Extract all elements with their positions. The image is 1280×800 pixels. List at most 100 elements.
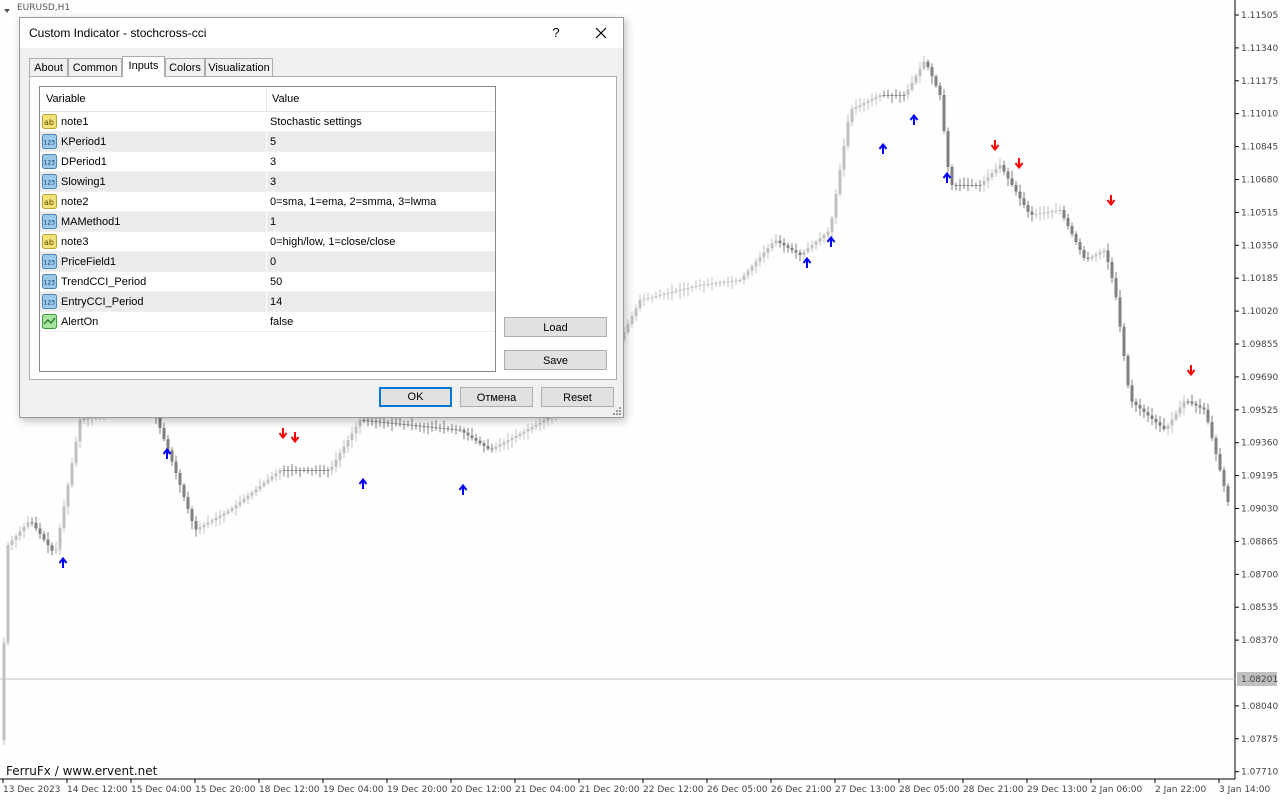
reset-button[interactable]: Reset [541,387,614,407]
close-button[interactable] [586,20,616,46]
time-tick-label: 29 Dec 13:00 [1027,785,1088,795]
candle-body [474,438,478,441]
candle-body [962,185,966,186]
param-row-dperiod1[interactable]: 123 DPeriod1 3 [40,152,495,172]
param-row-note1[interactable]: ab note1 Stochastic settings [40,112,495,132]
price-tick-label: 1.10515 [1241,208,1278,218]
param-row-trendcci-period[interactable]: 123 TrendCCI_Period 50 [40,272,495,292]
param-row-note2[interactable]: ab note2 0=sma, 1=ema, 2=smma, 3=lwma [40,192,495,212]
candle-body [970,185,974,186]
current-price-label: 1.08201 [1241,675,1278,685]
candle-body [1038,213,1042,215]
candle-body [678,290,682,291]
price-tick-label: 1.09855 [1241,340,1278,350]
candle-body [342,446,346,454]
tab-about[interactable]: About [29,58,68,76]
time-tick-label: 20 Dec 12:00 [451,785,512,795]
candle-body [882,95,886,96]
time-tick-label: 14 Dec 12:00 [67,785,128,795]
column-header-value[interactable]: Value [272,93,299,105]
param-value[interactable]: 3 [270,156,276,168]
candle-body [762,252,766,258]
param-value[interactable]: 14 [270,296,282,308]
candle-body [730,281,734,282]
param-value[interactable]: 50 [270,276,282,288]
svg-text:ab: ab [44,198,54,207]
candle-body [10,540,14,545]
column-header-variable[interactable]: Variable [46,93,86,105]
param-value[interactable]: 1 [270,216,276,228]
candle-body [230,508,234,512]
candle-body [210,520,214,523]
param-value[interactable]: false [270,316,293,328]
param-value[interactable]: 5 [270,136,276,148]
price-tick-label: 1.11175 [1241,77,1278,87]
candle-body [302,470,306,471]
tab-common[interactable]: Common [68,58,122,76]
candle-body [226,511,230,514]
candle-body [446,428,450,430]
candle-body [954,185,958,186]
candle-body [178,473,182,485]
candle-body [946,131,950,167]
svg-text:123: 123 [44,160,56,167]
candle-body [266,479,270,483]
price-tick-label: 1.10185 [1241,274,1278,284]
param-value[interactable]: Stochastic settings [270,116,362,128]
watermark-text: FerruFx / www.ervent.net [6,764,158,778]
candle-body [330,466,334,470]
param-row-note3[interactable]: ab note3 0=high/low, 1=close/close [40,232,495,252]
param-row-mamethod1[interactable]: 123 MAMethod1 1 [40,212,495,232]
tab-inputs[interactable]: Inputs [122,56,165,77]
candle-body [278,470,282,474]
param-row-kperiod1[interactable]: 123 KPeriod1 5 [40,132,495,152]
candle-body [326,470,330,471]
candle-body [718,282,722,284]
candle-body [1138,405,1142,409]
param-row-alerton[interactable]: AlertOn false [40,312,495,332]
help-button[interactable]: ? [546,22,566,44]
param-value[interactable]: 0=sma, 1=ema, 2=smma, 3=lwma [270,196,436,208]
dialog-titlebar[interactable]: Custom Indicator - stochcross-cci ? [20,18,623,48]
candle-body [1194,403,1198,406]
param-value[interactable]: 0 [270,256,276,268]
save-button[interactable]: Save [504,350,607,370]
param-value[interactable]: 3 [270,176,276,188]
param-value[interactable]: 0=high/low, 1=close/close [270,236,395,248]
resize-grip-icon[interactable] [613,407,621,415]
param-row-slowing1[interactable]: 123 Slowing1 3 [40,172,495,192]
inputs-panel: Variable Value ab note1 Stochastic setting… [29,76,617,380]
ok-button[interactable]: OK [379,387,452,407]
candle-body [1202,407,1206,410]
candle-body [1014,185,1018,192]
time-tick-label: 28 Dec 21:00 [963,785,1024,795]
candle-body [18,531,22,536]
candle-body [470,435,474,438]
cancel-button[interactable]: Отмена [460,387,533,407]
candle-body [686,288,690,289]
param-row-entrycci-period[interactable]: 123 EntryCCI_Period 14 [40,292,495,312]
param-row-pricefield1[interactable]: 123 PriceField1 0 [40,252,495,272]
candle-body [262,482,266,486]
candle-body [810,245,814,249]
tab-visualization[interactable]: Visualization [205,58,273,76]
time-tick-label: 22 Dec 12:00 [643,785,704,795]
param-name: PriceField1 [61,256,117,268]
candle-body [1174,413,1178,420]
param-name: KPeriod1 [61,136,107,148]
candle-body [170,450,174,462]
candle-body [682,289,686,290]
tab-colors[interactable]: Colors [165,58,205,76]
candle-body [478,440,482,444]
candle-body [814,241,818,245]
param-name: TrendCCI_Period [61,276,147,288]
candle-body [310,470,314,471]
inputs-grid[interactable]: Variable Value ab note1 Stochastic setting… [39,86,496,372]
price-tick-label: 1.08865 [1241,537,1278,547]
candle-body [74,441,78,464]
time-tick-label: 2 Jan 22:00 [1155,785,1207,795]
candle-body [1154,418,1158,423]
candle-body [282,470,286,471]
load-button[interactable]: Load [504,317,607,337]
candle-body [442,428,446,429]
